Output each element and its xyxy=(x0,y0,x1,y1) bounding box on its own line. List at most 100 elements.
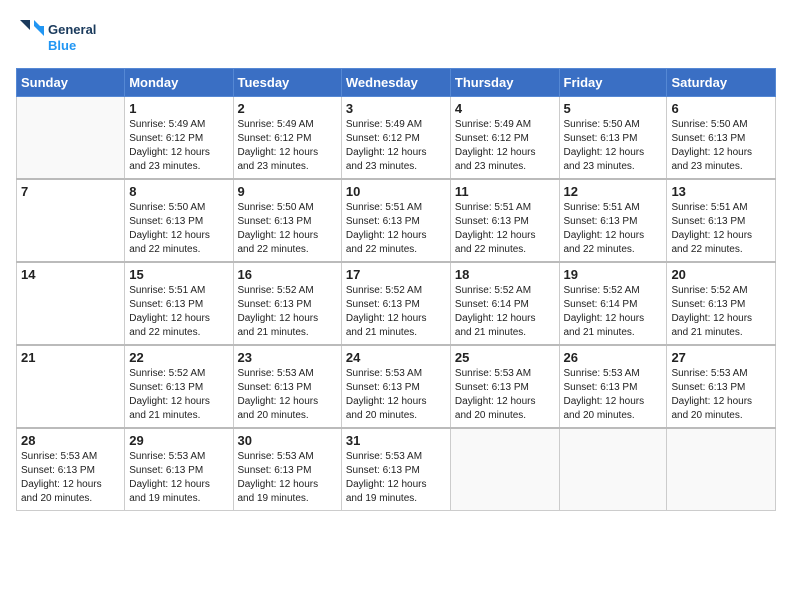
day-info: Sunrise: 5:52 AMSunset: 6:13 PMDaylight:… xyxy=(238,284,337,340)
day-info: Sunrise: 5:51 AMSunset: 6:13 PMDaylight:… xyxy=(455,201,555,257)
day-info: Sunrise: 5:52 AMSunset: 6:14 PMDaylight:… xyxy=(455,284,555,340)
day-number: 1 xyxy=(129,101,228,116)
day-info: Sunrise: 5:53 AMSunset: 6:13 PMDaylight:… xyxy=(238,450,337,506)
day-info: Sunrise: 5:50 AMSunset: 6:13 PMDaylight:… xyxy=(129,201,228,257)
calendar-cell: 9 Sunrise: 5:50 AMSunset: 6:13 PMDaylight… xyxy=(233,179,341,262)
day-info: Sunrise: 5:51 AMSunset: 6:13 PMDaylight:… xyxy=(346,201,446,257)
calendar-cell: 23 Sunrise: 5:53 AMSunset: 6:13 PMDayligh… xyxy=(233,345,341,428)
day-number: 3 xyxy=(346,101,446,116)
day-info: Sunrise: 5:53 AMSunset: 6:13 PMDaylight:… xyxy=(455,367,555,423)
day-number: 6 xyxy=(671,101,771,116)
page-header: General Blue xyxy=(16,16,776,60)
day-info: Sunrise: 5:51 AMSunset: 6:13 PMDaylight:… xyxy=(671,201,771,257)
calendar-week-row: 1 Sunrise: 5:49 AMSunset: 6:12 PMDaylight… xyxy=(17,97,776,180)
day-info: Sunrise: 5:52 AMSunset: 6:13 PMDaylight:… xyxy=(129,367,228,423)
day-header-saturday: Saturday xyxy=(667,69,776,97)
day-info: Sunrise: 5:53 AMSunset: 6:13 PMDaylight:… xyxy=(671,367,771,423)
day-number: 24 xyxy=(346,350,446,365)
calendar-cell: 11 Sunrise: 5:51 AMSunset: 6:13 PMDayligh… xyxy=(450,179,559,262)
day-number: 16 xyxy=(238,267,337,282)
calendar-week-row: 78 Sunrise: 5:50 AMSunset: 6:13 PMDayligh… xyxy=(17,179,776,262)
day-info: Sunrise: 5:49 AMSunset: 6:12 PMDaylight:… xyxy=(346,118,446,174)
day-info: Sunrise: 5:53 AMSunset: 6:13 PMDaylight:… xyxy=(238,367,337,423)
day-number: 20 xyxy=(671,267,771,282)
day-number: 11 xyxy=(455,184,555,199)
day-info: Sunrise: 5:50 AMSunset: 6:13 PMDaylight:… xyxy=(564,118,663,174)
day-header-monday: Monday xyxy=(125,69,233,97)
calendar-cell: 30Sunrise: 5:53 AMSunset: 6:13 PMDayligh… xyxy=(233,428,341,511)
day-number: 28 xyxy=(21,433,120,448)
calendar-cell: 5 Sunrise: 5:50 AMSunset: 6:13 PMDaylight… xyxy=(559,97,667,180)
day-number: 9 xyxy=(238,184,337,199)
day-info: Sunrise: 5:52 AMSunset: 6:13 PMDaylight:… xyxy=(671,284,771,340)
calendar-table: SundayMondayTuesdayWednesdayThursdayFrid… xyxy=(16,68,776,511)
day-number: 13 xyxy=(671,184,771,199)
calendar-header-row: SundayMondayTuesdayWednesdayThursdayFrid… xyxy=(17,69,776,97)
calendar-cell: 31 Sunrise: 5:53 AMSunset: 6:13 PMDayligh… xyxy=(341,428,450,511)
day-header-thursday: Thursday xyxy=(450,69,559,97)
day-number: 12 xyxy=(564,184,663,199)
calendar-cell: 1Sunrise: 5:49 AMSunset: 6:12 PMDaylight… xyxy=(125,97,233,180)
svg-text:Blue: Blue xyxy=(48,38,76,53)
day-info: Sunrise: 5:53 AMSunset: 6:13 PMDaylight:… xyxy=(346,450,446,506)
calendar-cell xyxy=(17,97,125,180)
day-number: 15 xyxy=(129,267,228,282)
day-number: 8 xyxy=(129,184,228,199)
calendar-cell: 19Sunrise: 5:52 AMSunset: 6:14 PMDayligh… xyxy=(559,262,667,345)
day-number: 29 xyxy=(129,433,228,448)
day-number: 22 xyxy=(129,350,228,365)
svg-text:General: General xyxy=(48,22,96,37)
logo: General Blue xyxy=(16,16,136,60)
calendar-cell: 7 xyxy=(17,179,125,262)
calendar-cell: 27 Sunrise: 5:53 AMSunset: 6:13 PMDayligh… xyxy=(667,345,776,428)
calendar-week-row: 21 22 Sunrise: 5:52 AMSunset: 6:13 PMDayli… xyxy=(17,345,776,428)
calendar-cell: 13 Sunrise: 5:51 AMSunset: 6:13 PMDayligh… xyxy=(667,179,776,262)
calendar-cell xyxy=(450,428,559,511)
day-number: 19 xyxy=(564,267,663,282)
calendar-cell: 4 Sunrise: 5:49 AMSunset: 6:12 PMDaylight… xyxy=(450,97,559,180)
day-number: 25 xyxy=(455,350,555,365)
day-number: 5 xyxy=(564,101,663,116)
calendar-week-row: 28 Sunrise: 5:53 AMSunset: 6:13 PMDayligh… xyxy=(17,428,776,511)
calendar-cell: 18 Sunrise: 5:52 AMSunset: 6:14 PMDayligh… xyxy=(450,262,559,345)
day-number: 18 xyxy=(455,267,555,282)
day-header-sunday: Sunday xyxy=(17,69,125,97)
day-info: Sunrise: 5:50 AMSunset: 6:13 PMDaylight:… xyxy=(238,201,337,257)
day-number: 21 xyxy=(21,350,120,365)
calendar-cell: 28Sunrise: 5:53 AMSunset: 6:13 PMDayligh… xyxy=(17,428,125,511)
calendar-cell: 24Sunrise: 5:53 AMSunset: 6:13 PMDayligh… xyxy=(341,345,450,428)
day-header-friday: Friday xyxy=(559,69,667,97)
day-number: 2 xyxy=(238,101,337,116)
day-number: 17 xyxy=(346,267,446,282)
day-info: Sunrise: 5:53 AMSunset: 6:13 PMDaylight:… xyxy=(564,367,663,423)
day-number: 10 xyxy=(346,184,446,199)
day-number: 7 xyxy=(21,184,120,199)
day-info: Sunrise: 5:49 AMSunset: 6:12 PMDaylight:… xyxy=(455,118,555,174)
calendar-cell: 12 Sunrise: 5:51 AMSunset: 6:13 PMDayligh… xyxy=(559,179,667,262)
day-number: 26 xyxy=(564,350,663,365)
calendar-cell: 22 Sunrise: 5:52 AMSunset: 6:13 PMDayligh… xyxy=(125,345,233,428)
day-header-tuesday: Tuesday xyxy=(233,69,341,97)
calendar-cell: 8 Sunrise: 5:50 AMSunset: 6:13 PMDaylight… xyxy=(125,179,233,262)
day-header-wednesday: Wednesday xyxy=(341,69,450,97)
day-number: 31 xyxy=(346,433,446,448)
calendar-cell: 26 Sunrise: 5:53 AMSunset: 6:13 PMDayligh… xyxy=(559,345,667,428)
day-number: 14 xyxy=(21,267,120,282)
day-info: Sunrise: 5:52 AMSunset: 6:13 PMDaylight:… xyxy=(346,284,446,340)
day-number: 23 xyxy=(238,350,337,365)
calendar-cell: 25 Sunrise: 5:53 AMSunset: 6:13 PMDayligh… xyxy=(450,345,559,428)
calendar-cell: 29Sunrise: 5:53 AMSunset: 6:13 PMDayligh… xyxy=(125,428,233,511)
day-info: Sunrise: 5:51 AMSunset: 6:13 PMDaylight:… xyxy=(564,201,663,257)
calendar-cell xyxy=(667,428,776,511)
calendar-cell: 16 Sunrise: 5:52 AMSunset: 6:13 PMDayligh… xyxy=(233,262,341,345)
calendar-cell xyxy=(559,428,667,511)
calendar-cell: 3 Sunrise: 5:49 AMSunset: 6:12 PMDaylight… xyxy=(341,97,450,180)
day-number: 4 xyxy=(455,101,555,116)
calendar-cell: 20 Sunrise: 5:52 AMSunset: 6:13 PMDayligh… xyxy=(667,262,776,345)
day-number: 27 xyxy=(671,350,771,365)
calendar-cell: 17 Sunrise: 5:52 AMSunset: 6:13 PMDayligh… xyxy=(341,262,450,345)
calendar-cell: 6Sunrise: 5:50 AMSunset: 6:13 PMDaylight… xyxy=(667,97,776,180)
calendar-cell: 2 Sunrise: 5:49 AMSunset: 6:12 PMDaylight… xyxy=(233,97,341,180)
calendar-cell: 10 Sunrise: 5:51 AMSunset: 6:13 PMDayligh… xyxy=(341,179,450,262)
day-info: Sunrise: 5:49 AMSunset: 6:12 PMDaylight:… xyxy=(238,118,337,174)
